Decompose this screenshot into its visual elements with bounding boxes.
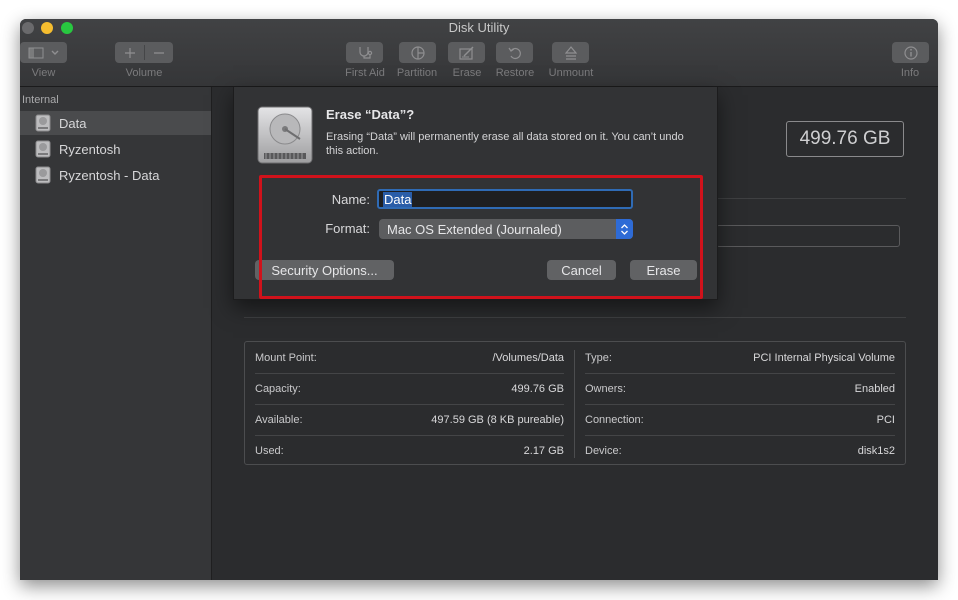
partition-label: Partition: [396, 67, 438, 79]
toolbar: Disk Utility View Volume First Aid Parti…: [20, 19, 938, 87]
table-row: Connection: PCI: [585, 404, 895, 435]
info-value: 497.59 GB (8 KB pureable): [431, 413, 564, 426]
table-row: Used: 2.17 GB: [255, 435, 564, 466]
hard-disk-icon: [35, 166, 51, 184]
divider: [717, 198, 906, 199]
stethoscope-icon: [358, 46, 372, 59]
restore-button[interactable]: [496, 42, 533, 63]
plus-icon: [124, 47, 135, 58]
table-row: Owners: Enabled: [585, 373, 895, 404]
info-key: Owners:: [585, 382, 626, 395]
window-title: Disk Utility: [448, 20, 510, 35]
volume-button-group: [115, 42, 173, 63]
volume-label: Volume: [125, 67, 163, 79]
info-key: Mount Point:: [255, 351, 317, 364]
sidebar-item-label: Data: [59, 115, 87, 131]
sidebar-item-label: Ryzentosh: [59, 141, 121, 157]
view-button[interactable]: [20, 42, 67, 63]
info-key: Used:: [255, 444, 284, 457]
info-key: Connection:: [585, 413, 644, 426]
info-value: 499.76 GB: [511, 382, 564, 395]
info-value: disk1s2: [857, 444, 895, 457]
sidebar-toggle-icon: [28, 47, 43, 58]
info-key: Type:: [585, 351, 612, 364]
first-aid-label: First Aid: [345, 67, 385, 79]
table-row: Capacity: 499.76 GB: [255, 373, 564, 404]
hard-disk-icon: [35, 140, 51, 158]
sidebar-item-data[interactable]: Data: [20, 111, 211, 135]
sidebar-item-ryzentosh-data[interactable]: Ryzentosh - Data: [20, 163, 211, 187]
erase-toolbar-label: Erase: [452, 67, 482, 79]
usage-bar: [716, 225, 900, 247]
info-key: Device:: [585, 444, 622, 457]
info-button[interactable]: [892, 42, 929, 63]
unmount-icon: [564, 45, 577, 60]
add-volume-button[interactable]: [115, 47, 144, 59]
sidebar-item-label: Ryzentosh - Data: [59, 167, 160, 183]
pie-chart-icon: [410, 45, 425, 60]
table-row: Device: disk1s2: [585, 435, 895, 466]
info-key: Available:: [255, 413, 303, 426]
info-column-left: Mount Point: /Volumes/Data Capacity: 499…: [245, 342, 574, 466]
minus-icon: [154, 51, 164, 54]
sidebar-section-internal: Internal: [22, 94, 59, 106]
restore-icon: [508, 47, 521, 59]
first-aid-button[interactable]: [346, 42, 383, 63]
restore-label: Restore: [495, 67, 535, 79]
partition-button[interactable]: [399, 42, 436, 63]
sidebar-item-ryzentosh[interactable]: Ryzentosh: [20, 137, 211, 161]
hard-disk-icon: [257, 106, 313, 164]
unmount-label: Unmount: [548, 67, 594, 79]
info-icon: [903, 45, 918, 60]
hard-disk-icon: [35, 114, 51, 132]
highlight-annotation: [259, 175, 703, 299]
view-label: View: [31, 67, 56, 79]
unmount-button[interactable]: [552, 42, 589, 63]
table-row: Available: 497.59 GB (8 KB pureable): [255, 404, 564, 435]
info-key: Capacity:: [255, 382, 301, 395]
divider: [244, 317, 906, 318]
volume-info-table: Mount Point: /Volumes/Data Capacity: 499…: [244, 341, 906, 465]
erase-icon: [458, 46, 473, 60]
table-row: Mount Point: /Volumes/Data: [255, 342, 564, 373]
info-value: Enabled: [854, 382, 895, 395]
info-value: PCI: [876, 413, 895, 426]
info-value: /Volumes/Data: [492, 351, 564, 364]
info-column-right: Type: PCI Internal Physical Volume Owner…: [575, 342, 905, 466]
chevron-down-icon: [51, 50, 58, 55]
erase-toolbar-button[interactable]: [448, 42, 485, 63]
info-label: Info: [900, 67, 920, 79]
erase-dialog-title: Erase “Data”?: [326, 107, 415, 122]
info-value: 2.17 GB: [523, 444, 564, 457]
sidebar: Internal Data Ryzentosh Ryzentosh - Data: [20, 87, 212, 580]
remove-volume-button[interactable]: [145, 47, 173, 59]
disk-utility-window: Disk Utility View Volume First Aid Parti…: [20, 19, 938, 580]
erase-dialog-message: Erasing “Data” will permanently erase al…: [326, 131, 684, 157]
table-row: Type: PCI Internal Physical Volume: [585, 342, 895, 373]
volume-capacity-display: 499.76 GB: [786, 121, 904, 157]
info-value: PCI Internal Physical Volume: [753, 351, 895, 364]
